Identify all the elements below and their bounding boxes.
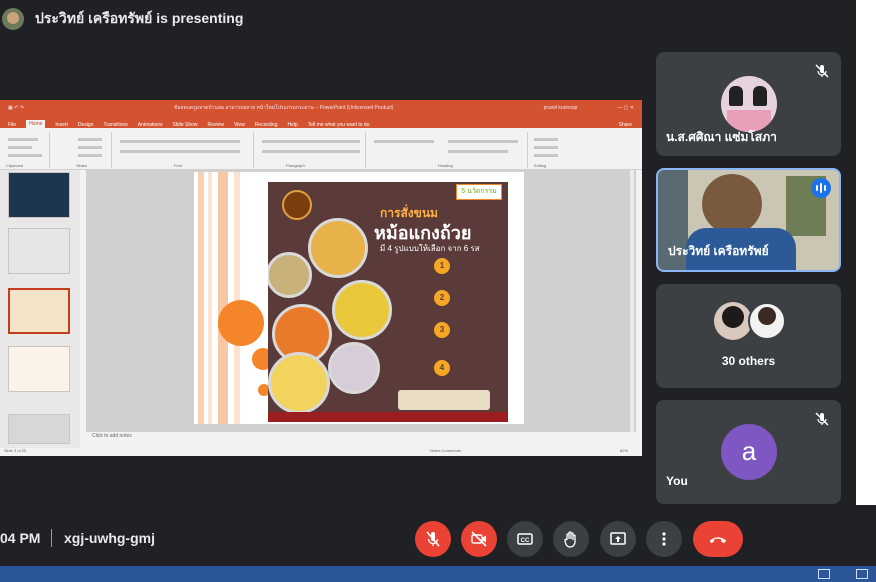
participant-avatar — [748, 302, 786, 340]
self-name: You — [666, 474, 688, 488]
divider — [51, 529, 52, 547]
window-controls-icon[interactable]: — ▢ ✕ — [617, 105, 634, 111]
zoom-level[interactable]: 82% — [620, 448, 628, 453]
participant-avatar — [721, 76, 777, 132]
step-number: 4 — [434, 360, 450, 376]
captions-icon: CC — [517, 533, 533, 545]
step-number: 1 — [434, 258, 450, 274]
camera-toggle-button[interactable] — [461, 521, 497, 557]
dessert-cup — [268, 352, 330, 414]
poster-footer — [268, 412, 508, 422]
mic-off-icon — [813, 410, 831, 428]
step-number: 3 — [434, 322, 450, 338]
presenter-avatar — [2, 8, 24, 30]
ppt-status-bar: Slide 3 of 25 Notes Comments 82% — [0, 448, 642, 456]
current-slide[interactable]: 5 นวัตกรรม การสั่งขนม หม้อแกงถ้วย มี 4 ร… — [194, 172, 524, 424]
poster-badge: 5 นวัตกรรม — [456, 184, 502, 200]
ribbon-group-editing[interactable]: Editing — [530, 132, 570, 168]
ppt-title-bar: ▣ ↶ ↷ ข้อสอบครูมหาดบ้านสม สามารถสลาย หน้… — [0, 100, 642, 116]
slide-canvas[interactable]: 5 นวัตกรรม การสั่งขนม หม้อแกงถ้วย มี 4 ร… — [86, 170, 636, 432]
shared-screen: ▣ ↶ ↷ ข้อสอบครูมหาดบ้านสม สามารถสลาย หน้… — [0, 100, 642, 456]
slide-thumbnail[interactable] — [8, 414, 70, 444]
slide-thumbnail[interactable] — [8, 346, 70, 392]
tab-home[interactable]: Home — [26, 120, 46, 128]
present-icon — [610, 532, 626, 545]
participant-tile-active[interactable]: ประวิทย์ เครือทรัพย์ — [656, 168, 841, 272]
dessert-cup — [328, 342, 380, 394]
svg-text:CC: CC — [521, 538, 530, 544]
mic-toggle-button[interactable] — [415, 521, 451, 557]
grid-icon[interactable] — [856, 569, 868, 579]
ppt-account[interactable]: prawit krainsop — [544, 105, 578, 111]
end-call-icon — [709, 537, 727, 544]
meeting-controls-bar: 04 PM xgj-uwhg-gmj CC — [0, 510, 876, 566]
slide-thumbnail-selected[interactable] — [8, 288, 70, 334]
participant-name: ประวิทย์ เครือทรัพย์ — [668, 244, 769, 258]
end-call-button[interactable] — [693, 521, 743, 557]
camera-off-icon — [471, 531, 487, 547]
dessert-cup — [308, 218, 368, 278]
os-taskbar — [0, 566, 876, 582]
raise-hand-icon — [564, 531, 576, 548]
brand-logo — [282, 190, 312, 220]
ribbon-group-drawing[interactable]: Drawing — [368, 132, 528, 168]
slide-thumbnail[interactable] — [8, 172, 70, 218]
participant-avatar — [714, 302, 752, 340]
poster-subheading: มี 4 รูปแบบให้เลือก จาก 6 รส — [380, 244, 480, 253]
participant-group-tile[interactable]: 30 others — [656, 284, 841, 388]
menu-poster: 5 นวัตกรรม การสั่งขนม หม้อแกงถ้วย มี 4 ร… — [268, 182, 508, 422]
presenter-header: ประวิทย์ เครือทรัพย์ is presenting — [0, 0, 856, 38]
dessert-cup — [332, 280, 392, 340]
quick-access-icon[interactable]: ▣ ↶ ↷ — [8, 105, 24, 111]
more-options-icon — [662, 532, 666, 546]
speaking-indicator-icon — [811, 178, 831, 198]
participant-name: น.ส.ศศิณา แซ่มโสภา — [666, 130, 777, 144]
dessert-cup — [268, 252, 312, 298]
more-options-button[interactable] — [646, 521, 682, 557]
ribbon-group-slides[interactable]: Slides — [52, 132, 112, 168]
mic-off-icon — [813, 62, 831, 80]
slide-counter: Slide 3 of 25 — [4, 448, 27, 453]
meeting-time: 04 PM — [0, 530, 41, 546]
ribbon-group-font[interactable]: Font — [114, 132, 254, 168]
ppt-window-title: ข้อสอบครูมหาดบ้านสม สามารถสลาย หน้าใหม่โ… — [174, 105, 394, 111]
mic-off-icon — [426, 531, 440, 547]
ribbon-tabs: File Home Insert Design Transitions Anim… — [0, 116, 642, 128]
ribbon-group-paragraph[interactable]: Paragraph — [256, 132, 366, 168]
step-number: 2 — [434, 290, 450, 306]
decor-circle — [218, 300, 264, 346]
product-box — [398, 390, 490, 410]
presenting-status: ประวิทย์ เครือทรัพย์ is presenting — [35, 10, 244, 26]
slide-thumbnails[interactable] — [0, 170, 80, 448]
participant-tile[interactable]: น.ส.ศศิณา แซ่มโสภา — [656, 52, 841, 156]
raise-hand-button[interactable] — [553, 521, 589, 557]
ribbon: Clipboard Slides Font Paragraph Drawing — [0, 128, 642, 170]
canvas-scrollbar[interactable] — [630, 170, 634, 432]
self-avatar: a — [721, 424, 777, 480]
ppt-workspace: 5 นวัตกรรม การสั่งขนม หม้อแกงถ้วย มี 4 ร… — [0, 170, 642, 448]
notes-comments-toggle[interactable]: Notes Comments — [430, 448, 461, 453]
ribbon-group-clipboard[interactable]: Clipboard — [0, 132, 50, 168]
book-icon[interactable] — [818, 569, 830, 579]
meeting-code[interactable]: xgj-uwhg-gmj — [64, 530, 155, 546]
slide-thumbnail[interactable] — [8, 228, 70, 274]
self-tile[interactable]: a You — [656, 400, 841, 504]
page-scrollbar[interactable] — [856, 0, 876, 505]
present-button[interactable] — [600, 521, 636, 557]
captions-button[interactable]: CC — [507, 521, 543, 557]
notes-placeholder[interactable]: Click to add notes — [92, 433, 132, 439]
others-count: 30 others — [721, 354, 776, 368]
